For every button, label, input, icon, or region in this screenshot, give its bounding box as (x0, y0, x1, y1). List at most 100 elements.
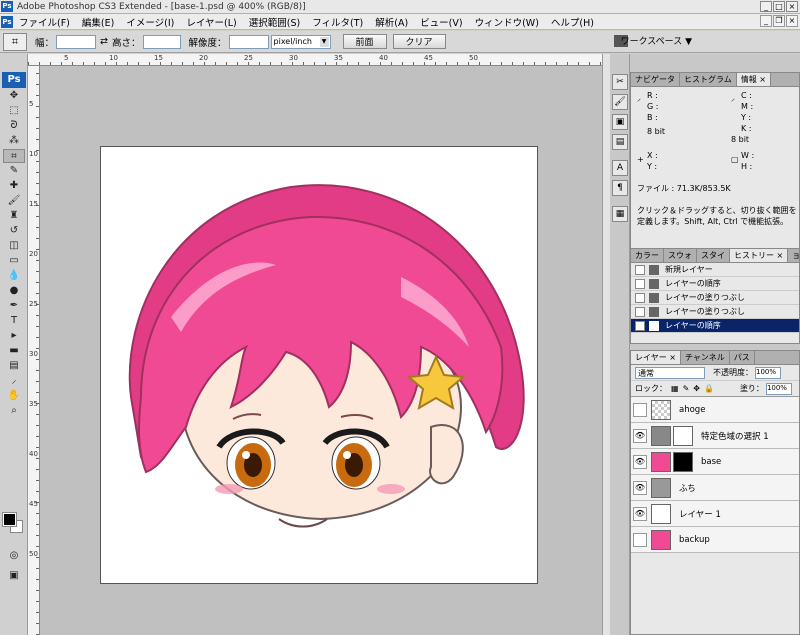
history-item[interactable]: レイヤーの塗りつぶし (631, 305, 799, 319)
tab-navigator[interactable]: ナビゲータ (631, 73, 680, 86)
tab-swatches[interactable]: スウォ (664, 249, 697, 262)
workspace-menu[interactable]: ワークスペース ▼ (621, 34, 692, 47)
layer-row[interactable]: 👁 レイヤー 1 (631, 501, 799, 527)
tab-channels[interactable]: チャンネル (681, 351, 730, 364)
layer-row[interactable]: 👁 base (631, 449, 799, 475)
eye-icon[interactable]: 👁 (633, 428, 647, 443)
gradient-tool-icon[interactable]: ▭ (3, 254, 25, 268)
ruler-vertical[interactable]: 5 10 15 20 25 30 35 40 45 50 (28, 66, 40, 635)
menu-select[interactable]: 選択範囲(S) (243, 15, 306, 29)
menu-window[interactable]: ウィンドウ(W) (469, 15, 545, 29)
tab-info[interactable]: 情報 × (736, 73, 772, 86)
eye-icon[interactable]: 👁 (633, 506, 647, 521)
ruler-horizontal[interactable]: 5 10 15 20 25 30 35 40 45 50 (28, 54, 602, 66)
swap-icon[interactable]: ⇄ (100, 36, 108, 47)
menu-analysis[interactable]: 解析(A) (369, 15, 414, 29)
eye-icon[interactable]: 👁 (633, 480, 647, 495)
history-brush-source-checkbox[interactable] (635, 264, 645, 275)
history-brush-source-checkbox[interactable] (635, 292, 645, 303)
front-image-button[interactable]: 前面 (342, 34, 387, 49)
fill-input[interactable]: 100% (765, 382, 792, 395)
menu-edit[interactable]: 編集(E) (76, 15, 120, 29)
doc-minimize-button[interactable]: _ (760, 15, 772, 27)
menu-layer[interactable]: レイヤー(L) (180, 15, 242, 29)
blend-mode-select[interactable]: 通常 (635, 366, 705, 379)
shape-tool-icon[interactable]: ▬ (3, 344, 25, 358)
tools-preset-icon[interactable]: ✂ (612, 74, 628, 90)
marquee-tool-icon[interactable]: ⬚ (3, 104, 25, 118)
minimize-button[interactable]: _ (760, 1, 772, 12)
document-workspace[interactable] (40, 66, 602, 635)
close-button[interactable]: × (786, 1, 798, 12)
layer-row[interactable]: 👁 特定色域の選択 1 (631, 423, 799, 449)
zoom-tool-icon[interactable]: ⌕ (3, 404, 25, 418)
crop-tool-preset-button[interactable]: ⌗ (3, 32, 27, 51)
layer-visibility-toggle[interactable] (633, 402, 647, 417)
character-icon[interactable]: A (612, 160, 628, 176)
tab-histogram[interactable]: ヒストグラム (680, 73, 737, 86)
lasso-tool-icon[interactable]: ᘐ (3, 119, 25, 133)
lock-transparency-icon[interactable]: ▦ (671, 384, 679, 393)
magic-wand-tool-icon[interactable]: ⁂ (3, 134, 25, 148)
eye-icon[interactable]: 👁 (633, 454, 647, 469)
tab-paths[interactable]: パス (730, 351, 755, 364)
path-select-tool-icon[interactable]: ▸ (3, 329, 25, 343)
lock-position-icon[interactable]: ✥ (693, 384, 700, 393)
history-brush-source-checkbox[interactable] (635, 320, 645, 331)
layer-visibility-toggle[interactable] (633, 532, 647, 547)
lock-image-icon[interactable]: ✎ (683, 384, 690, 393)
lock-all-icon[interactable]: 🔒 (704, 384, 714, 393)
type-tool-icon[interactable]: T (3, 314, 25, 328)
tab-color[interactable]: カラー (631, 249, 664, 262)
width-input[interactable] (56, 34, 97, 49)
layer-comps-icon[interactable]: ▦ (612, 206, 628, 222)
tab-actions[interactable]: ョション (788, 249, 800, 262)
height-input[interactable] (142, 34, 181, 49)
resolution-unit-select[interactable]: pixel/inch (270, 34, 331, 49)
tab-history[interactable]: ヒストリー × (730, 249, 789, 262)
quick-mask-icon[interactable]: ◎ (3, 549, 25, 563)
eraser-tool-icon[interactable]: ◫ (3, 239, 25, 253)
menu-image[interactable]: イメージ(I) (120, 15, 180, 29)
maximize-button[interactable]: □ (773, 1, 785, 12)
history-item[interactable]: 新規レイヤー (631, 263, 799, 277)
history-brush-icon[interactable]: ↺ (3, 224, 25, 238)
resolution-input[interactable] (228, 34, 269, 49)
history-item[interactable]: レイヤーの塗りつぶし (631, 291, 799, 305)
layer-row[interactable]: ahoge (631, 397, 799, 423)
blur-tool-icon[interactable]: 💧 (3, 269, 25, 283)
doc-restore-button[interactable]: ❐ (773, 15, 785, 27)
brushes-icon[interactable]: 🖌 (612, 94, 628, 110)
dodge-tool-icon[interactable]: ● (3, 284, 25, 298)
layer-row[interactable]: 👁 ふち (631, 475, 799, 501)
layer-row[interactable]: backup (631, 527, 799, 553)
history-item-selected[interactable]: レイヤーの順序 (631, 319, 799, 333)
healing-tool-icon[interactable]: ✚ (3, 179, 25, 193)
paragraph-icon[interactable]: ¶ (612, 180, 628, 196)
clear-button[interactable]: クリア (392, 34, 446, 49)
opacity-input[interactable]: 100% (755, 366, 781, 379)
menu-filter[interactable]: フィルタ(T) (306, 15, 369, 29)
pen-tool-icon[interactable]: ✒ (3, 299, 25, 313)
foreground-color-swatch[interactable] (2, 512, 17, 527)
move-tool-icon[interactable]: ✥ (3, 89, 25, 103)
menu-file[interactable]: ファイル(F) (13, 15, 76, 29)
document-canvas[interactable] (100, 146, 538, 584)
doc-close-button[interactable]: × (786, 15, 798, 27)
tab-layers[interactable]: レイヤー × (631, 351, 682, 364)
history-brush-source-checkbox[interactable] (635, 306, 645, 317)
slice-tool-icon[interactable]: ✎ (3, 164, 25, 178)
workspace-scrollbar[interactable] (602, 54, 610, 635)
eyedropper-tool-icon[interactable]: ⸝ (3, 374, 25, 388)
notes-tool-icon[interactable]: ▤ (3, 359, 25, 373)
clone-source-icon[interactable]: ▣ (612, 114, 628, 130)
stamp-tool-icon[interactable]: ♜ (3, 209, 25, 223)
menu-help[interactable]: ヘルプ(H) (545, 15, 600, 29)
brush-tool-icon[interactable]: 🖌 (3, 194, 25, 208)
history-brush-source-checkbox[interactable] (635, 278, 645, 289)
menu-view[interactable]: ビュー(V) (414, 15, 468, 29)
hand-tool-icon[interactable]: ✋ (3, 389, 25, 403)
tool-preset-icon[interactable]: ▤ (612, 134, 628, 150)
history-item[interactable]: レイヤーの順序 (631, 277, 799, 291)
ps-logo[interactable]: Ps (2, 72, 26, 88)
